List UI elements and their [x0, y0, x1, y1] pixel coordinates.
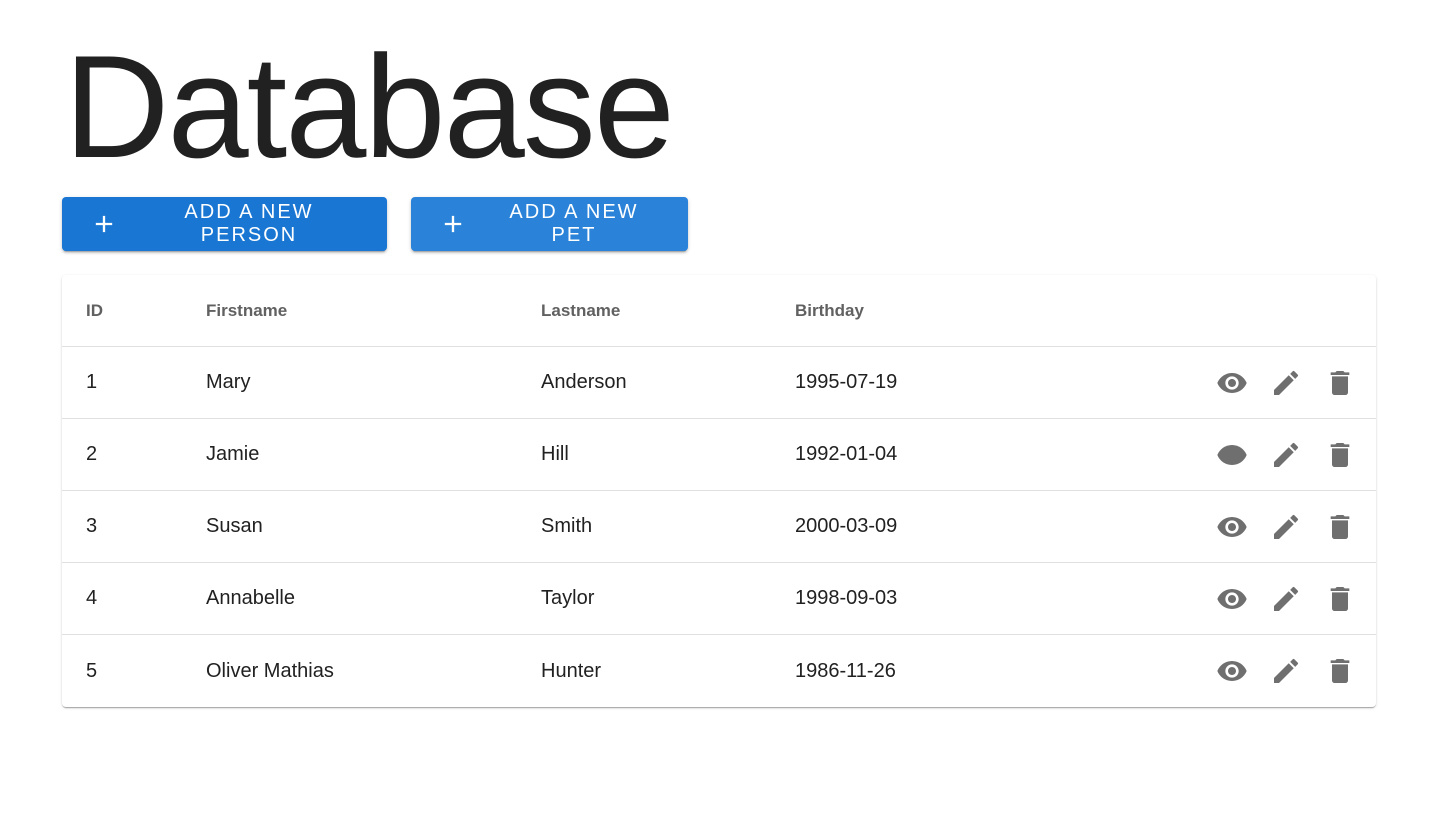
table-row: 1 Mary Anderson 1995-07-19 — [62, 347, 1376, 419]
toolbar: Add a new person Add a new pet — [62, 197, 688, 251]
cell-lastname: Anderson — [541, 371, 627, 393]
trash-icon[interactable] — [1324, 367, 1356, 399]
header-id: ID — [86, 300, 103, 320]
plus-icon — [444, 215, 462, 233]
cell-firstname: Annabelle — [206, 587, 295, 609]
people-table: ID Firstname Lastname Birthday 1 Mary An… — [62, 275, 1376, 707]
table-row: 4 Annabelle Taylor 1998-09-03 — [62, 563, 1376, 635]
table-header-row: ID Firstname Lastname Birthday — [62, 275, 1376, 347]
cell-firstname: Jamie — [206, 443, 260, 465]
pencil-icon[interactable] — [1270, 439, 1302, 471]
cell-id: 1 — [86, 371, 98, 393]
cell-firstname: Mary — [206, 371, 251, 393]
cell-lastname: Hill — [541, 443, 569, 465]
cell-birthday: 2000-03-09 — [795, 515, 898, 537]
trash-icon[interactable] — [1324, 655, 1356, 687]
eye-icon[interactable] — [1216, 511, 1248, 543]
header-lastname: Lastname — [541, 300, 621, 320]
cell-lastname: Taylor — [541, 587, 595, 609]
add-pet-button[interactable]: Add a new pet — [411, 197, 688, 251]
row-actions — [1216, 347, 1356, 418]
pencil-icon[interactable] — [1270, 511, 1302, 543]
eye-icon[interactable] — [1216, 583, 1248, 615]
eye-icon[interactable] — [1216, 655, 1248, 687]
pencil-icon[interactable] — [1270, 655, 1302, 687]
row-actions — [1216, 491, 1356, 562]
pencil-icon[interactable] — [1270, 367, 1302, 399]
cell-firstname: Oliver Mathias — [206, 659, 334, 682]
plus-icon — [95, 215, 113, 233]
table-row: 3 Susan Smith 2000-03-09 — [62, 491, 1376, 563]
cell-birthday: 1992-01-04 — [795, 443, 898, 465]
cell-birthday: 1986-11-26 — [795, 659, 896, 682]
cell-id: 3 — [86, 515, 98, 537]
cell-birthday: 1998-09-03 — [795, 587, 898, 609]
add-person-label: Add a new person — [184, 201, 314, 246]
cell-birthday: 1995-07-19 — [795, 371, 898, 393]
header-firstname: Firstname — [206, 300, 288, 320]
row-actions — [1216, 635, 1356, 707]
eye-icon[interactable] — [1216, 439, 1248, 471]
add-pet-label: Add a new pet — [509, 201, 639, 246]
cell-lastname: Hunter — [541, 659, 602, 682]
cell-id: 2 — [86, 443, 98, 465]
row-actions — [1216, 419, 1356, 490]
table-row: 5 Oliver Mathias Hunter 1986-11-26 — [62, 635, 1376, 707]
page-title: Database — [64, 25, 675, 188]
trash-icon[interactable] — [1324, 439, 1356, 471]
cell-id: 4 — [86, 587, 98, 609]
row-actions — [1216, 563, 1356, 634]
cell-lastname: Smith — [541, 515, 593, 537]
header-birthday: Birthday — [795, 300, 864, 320]
cell-firstname: Susan — [206, 515, 263, 537]
eye-icon[interactable] — [1216, 367, 1248, 399]
add-person-button[interactable]: Add a new person — [62, 197, 387, 251]
table-row: 2 Jamie Hill 1992-01-04 — [62, 419, 1376, 491]
cell-id: 5 — [86, 659, 98, 682]
trash-icon[interactable] — [1324, 511, 1356, 543]
trash-icon[interactable] — [1324, 583, 1356, 615]
pencil-icon[interactable] — [1270, 583, 1302, 615]
